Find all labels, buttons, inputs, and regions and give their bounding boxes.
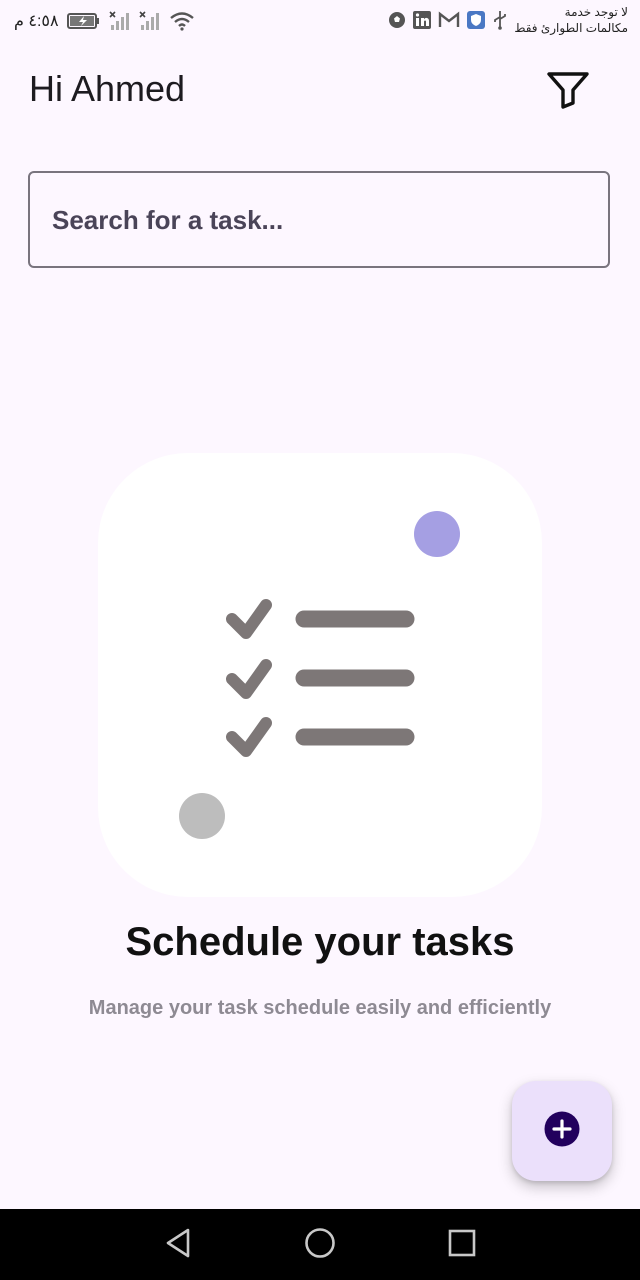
add-circle-icon [544, 1111, 580, 1152]
carrier-line-2: مكالمات الطوارئ فقط [514, 21, 628, 35]
empty-state-title: Schedule your tasks [125, 920, 515, 964]
status-bar: ٤:٥٨ م لا توجد خدمة مكالمات الطوارئ فقط [0, 0, 640, 44]
status-time: ٤:٥٨ م [14, 13, 59, 30]
filter-icon [546, 70, 590, 115]
search-input[interactable] [50, 173, 594, 268]
accent-dot [414, 511, 460, 557]
linkedin-icon [412, 10, 432, 30]
wifi-icon [169, 11, 195, 31]
empty-state-illustration [98, 453, 542, 897]
signal-no-service-icon [139, 11, 161, 31]
gmail-icon [438, 11, 460, 29]
carrier-text: لا توجد خدمة مكالمات الطوارئ فقط [514, 4, 628, 36]
shield-app-icon [466, 10, 486, 30]
home-circle-icon [304, 1227, 336, 1264]
usb-icon [492, 10, 508, 30]
search-field[interactable] [28, 171, 610, 268]
greeting-title: Hi Ahmed [29, 68, 186, 109]
nav-back-button[interactable] [160, 1227, 196, 1263]
soccer-app-icon [388, 11, 406, 29]
task-checklist-icon [98, 453, 542, 897]
grey-dot [179, 793, 225, 839]
carrier-line-1: لا توجد خدمة [564, 5, 628, 19]
nav-recents-button[interactable] [444, 1227, 480, 1263]
notification-icons [388, 10, 508, 30]
add-task-button[interactable] [512, 1081, 612, 1181]
status-left: ٤:٥٨ م [14, 8, 195, 34]
empty-state-subtitle: Manage your task schedule easily and eff… [88, 997, 552, 1019]
battery-charging-icon [66, 12, 101, 30]
nav-home-button[interactable] [302, 1227, 338, 1263]
filter-button[interactable] [544, 70, 592, 114]
back-triangle-icon [163, 1227, 193, 1264]
recents-square-icon [447, 1228, 477, 1263]
system-nav-bar [0, 1209, 640, 1280]
signal-no-service-icon [109, 11, 131, 31]
status-right: لا توجد خدمة مكالمات الطوارئ فقط [388, 4, 628, 36]
